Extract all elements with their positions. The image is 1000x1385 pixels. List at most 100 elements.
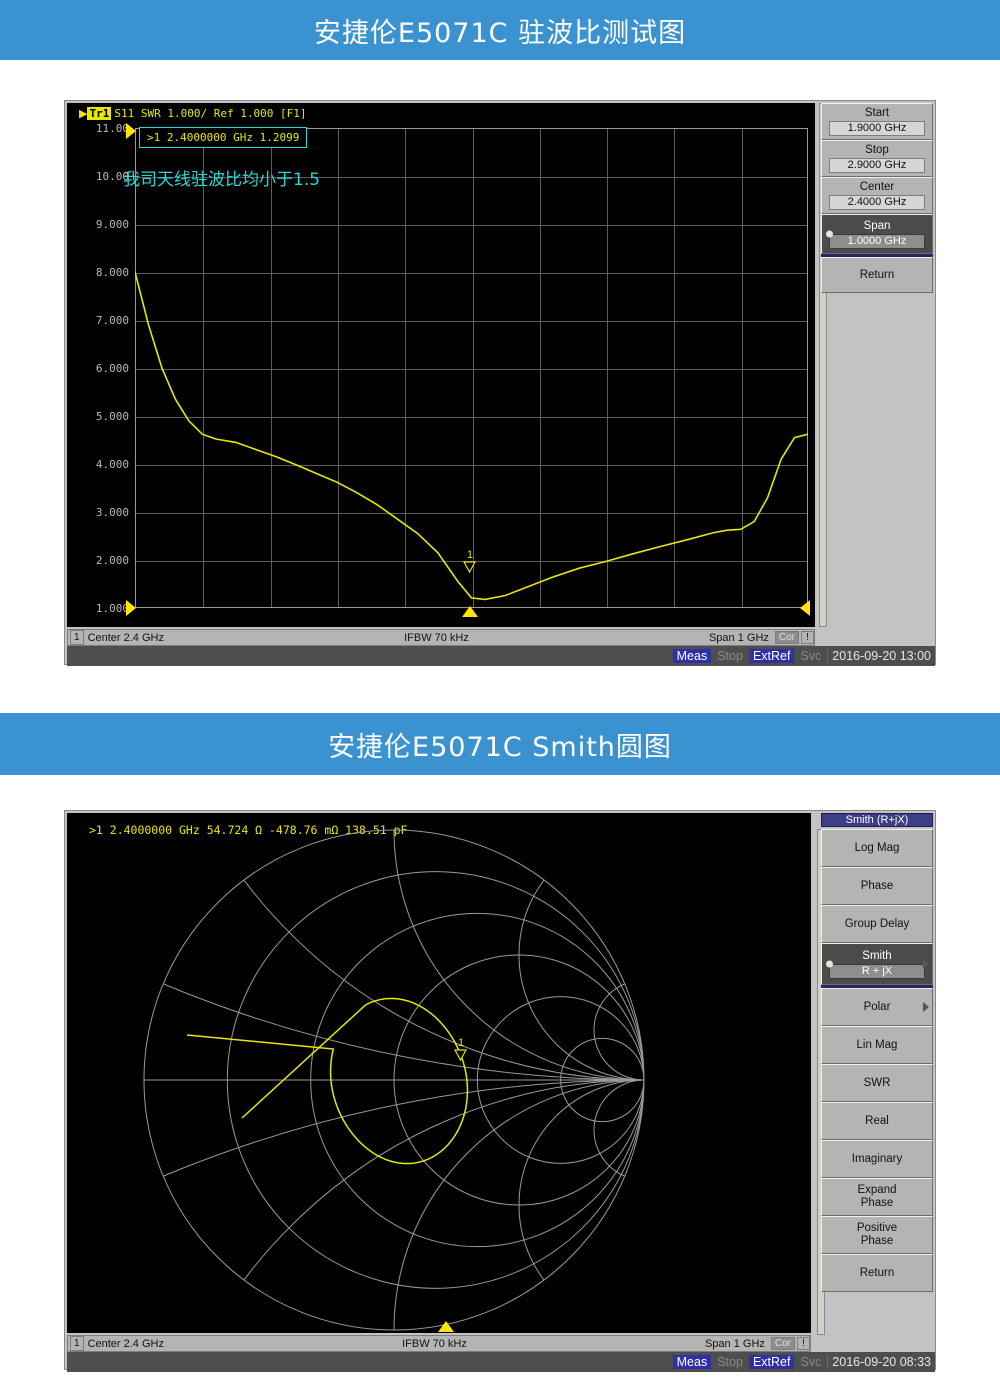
softkey-value[interactable]: 1.9000 GHz bbox=[829, 121, 925, 136]
softkey-smith[interactable]: Smith R + jX bbox=[821, 943, 933, 985]
softkey-label: Polar bbox=[863, 1000, 891, 1013]
smith-status-channel-number: 1 bbox=[70, 1336, 84, 1351]
softkey-label: Log Mag bbox=[854, 841, 900, 854]
softkey-swr[interactable]: SWR bbox=[821, 1064, 933, 1102]
softkey-start[interactable]: Start 1.9000 GHz bbox=[821, 103, 933, 140]
limit-marker-left-icon bbox=[126, 600, 136, 616]
softkey-label: Lin Mag bbox=[856, 1038, 898, 1051]
smith-status-center-freq: Center 2.4 GHz bbox=[87, 1337, 164, 1350]
y-axis-tick-label: 4.000 bbox=[95, 458, 129, 471]
section-banner-swr: 安捷伦E5071C 驻波比测试图 bbox=[0, 0, 1000, 60]
softkey-label: Real bbox=[865, 1114, 889, 1127]
softkey-label: Phase bbox=[860, 879, 894, 892]
softkey-label: Group Delay bbox=[844, 917, 910, 930]
sysbar-extref-badge[interactable]: ExtRef bbox=[748, 649, 795, 663]
vna-window-swr: ▶ Tr1 S11 SWR 1.000/ Ref 1.000 [F1] >1 2.… bbox=[64, 100, 936, 666]
y-axis-tick-label: 7.000 bbox=[95, 314, 129, 327]
y-axis-tick-label: 5.000 bbox=[95, 410, 129, 423]
trace-ref-marker-icon bbox=[126, 123, 136, 139]
vna-window-smith: >1 2.4000000 GHz 54.724 Ω -478.76 mΩ 138… bbox=[64, 810, 936, 1372]
smith-sysbar-clock: 2016-09-20 08:33 bbox=[827, 1355, 935, 1369]
sysbar-clock: 2016-09-20 13:00 bbox=[827, 649, 935, 663]
y-axis-tick-label: 11.00 bbox=[95, 122, 129, 135]
softkey-label: Expand Phase bbox=[857, 1184, 897, 1209]
softkey-value[interactable]: 1.0000 GHz bbox=[829, 233, 925, 249]
smith-sysbar-svc-badge[interactable]: Svc bbox=[796, 1355, 825, 1369]
trace-tag[interactable]: Tr1 bbox=[87, 107, 112, 120]
sysbar-stop-badge[interactable]: Stop bbox=[713, 649, 747, 663]
y-axis-tick-label: 10.00 bbox=[95, 170, 129, 183]
status-end-badge: ! bbox=[801, 631, 815, 644]
swr-system-bar: Meas Stop ExtRef Svc 2016-09-20 13:00 bbox=[67, 646, 935, 666]
softkey-return[interactable]: Return bbox=[821, 257, 933, 293]
trace-marker-1[interactable]: 1 bbox=[463, 549, 477, 573]
softkey-label: Center bbox=[859, 181, 895, 193]
smith-chart-svg bbox=[143, 829, 645, 1331]
smith-screen: >1 2.4000000 GHz 54.724 Ω -478.76 mΩ 138… bbox=[67, 813, 811, 1333]
selected-radio-icon bbox=[826, 960, 833, 968]
softkey-stop[interactable]: Stop 2.9000 GHz bbox=[821, 140, 933, 177]
y-axis-tick-label: 8.000 bbox=[95, 266, 129, 279]
swr-screen: ▶ Tr1 S11 SWR 1.000/ Ref 1.000 [F1] >1 2.… bbox=[67, 103, 815, 627]
softkey-value[interactable]: 2.9000 GHz bbox=[829, 158, 925, 173]
smith-stimulus-marker-icon[interactable] bbox=[438, 1321, 454, 1332]
smith-menu-header-text: Smith (R+jX) bbox=[845, 814, 909, 826]
softkey-positive-phase[interactable]: Positive Phase bbox=[821, 1216, 933, 1254]
y-axis-tick-label: 9.000 bbox=[95, 218, 129, 231]
softkey-group-delay[interactable]: Group Delay bbox=[821, 905, 933, 943]
y-axis-tick-label: 6.000 bbox=[95, 362, 129, 375]
stimulus-marker-center-icon[interactable] bbox=[462, 606, 478, 617]
status-center-freq: Center 2.4 GHz bbox=[87, 631, 164, 644]
smith-marker-number: 1 bbox=[457, 1037, 465, 1049]
y-axis-tick-label: 1.000 bbox=[95, 602, 129, 615]
status-span: Span 1 GHz bbox=[708, 631, 769, 644]
section-banner-smith: 安捷伦E5071C Smith圆图 bbox=[0, 713, 1000, 775]
softkey-return[interactable]: Return bbox=[821, 1254, 933, 1292]
softkey-real[interactable]: Real bbox=[821, 1102, 933, 1140]
limit-marker-right-icon bbox=[800, 600, 810, 616]
chevron-right-icon bbox=[923, 959, 929, 969]
softkey-polar[interactable]: Polar bbox=[821, 988, 933, 1026]
status-cor-badge: Cor bbox=[774, 631, 800, 644]
softkey-label: Smith bbox=[862, 949, 892, 962]
banner-title-smith: 安捷伦E5071C Smith圆图 bbox=[328, 731, 672, 763]
swr-trace-svg bbox=[135, 271, 808, 601]
trace-format-info: S11 SWR 1.000/ Ref 1.000 [F1] bbox=[114, 107, 307, 120]
smith-status-bar: 1 Center 2.4 GHz IFBW 70 kHz Span 1 GHz … bbox=[67, 1335, 811, 1352]
softkey-imaginary[interactable]: Imaginary bbox=[821, 1140, 933, 1178]
smith-system-bar: Meas Stop ExtRef Svc 2016-09-20 08:33 bbox=[67, 1352, 935, 1372]
softkey-label: SWR bbox=[863, 1076, 891, 1089]
softkey-label: Positive Phase bbox=[856, 1222, 898, 1247]
softkey-value[interactable]: R + jX bbox=[829, 963, 925, 979]
smith-sysbar-extref-badge[interactable]: ExtRef bbox=[748, 1355, 795, 1369]
softkey-label: Stop bbox=[865, 144, 889, 156]
smith-sysbar-stop-badge[interactable]: Stop bbox=[713, 1355, 747, 1369]
softkey-lin-mag[interactable]: Lin Mag bbox=[821, 1026, 933, 1064]
sysbar-meas-badge[interactable]: Meas bbox=[672, 649, 712, 663]
status-channel-number: 1 bbox=[70, 630, 84, 645]
smith-sysbar-meas-badge[interactable]: Meas bbox=[672, 1355, 712, 1369]
softkey-label: Start bbox=[864, 107, 890, 119]
smith-marker-1[interactable]: 1 bbox=[454, 1037, 468, 1061]
softkey-expand-phase[interactable]: Expand Phase bbox=[821, 1178, 933, 1216]
softkey-phase[interactable]: Phase bbox=[821, 867, 933, 905]
chevron-right-icon bbox=[923, 1002, 929, 1012]
swr-softkey-column: Start 1.9000 GHz Stop 2.9000 GHz Center 2.400… bbox=[821, 103, 933, 293]
softkey-center[interactable]: Center 2.4000 GHz bbox=[821, 177, 933, 214]
smith-softkey-column: Log Mag Phase Group Delay Smith R + jX Polar L… bbox=[821, 829, 933, 1292]
softkey-label: Return bbox=[859, 1266, 895, 1279]
softkey-label: Return bbox=[859, 268, 895, 281]
softkey-log-mag[interactable]: Log Mag bbox=[821, 829, 933, 867]
status-ifbw: IFBW 70 kHz bbox=[404, 631, 469, 644]
softkey-value[interactable]: 2.4000 GHz bbox=[829, 195, 925, 210]
smith-status-span: Span 1 GHz bbox=[704, 1337, 765, 1350]
y-axis-tick-label: 2.000 bbox=[95, 554, 129, 567]
trace-marker-number: 1 bbox=[466, 549, 474, 561]
softkey-span[interactable]: Span 1.0000 GHz bbox=[821, 214, 933, 254]
smith-menu-header: Smith (R+jX) bbox=[821, 813, 933, 827]
sysbar-svc-badge[interactable]: Svc bbox=[796, 649, 825, 663]
smith-marker-down-triangle-icon bbox=[454, 1049, 467, 1061]
trace-header: ▶ Tr1 S11 SWR 1.000/ Ref 1.000 [F1] bbox=[79, 107, 306, 120]
marker-down-triangle-icon bbox=[463, 561, 476, 573]
banner-title-swr: 安捷伦E5071C 驻波比测试图 bbox=[313, 17, 687, 49]
